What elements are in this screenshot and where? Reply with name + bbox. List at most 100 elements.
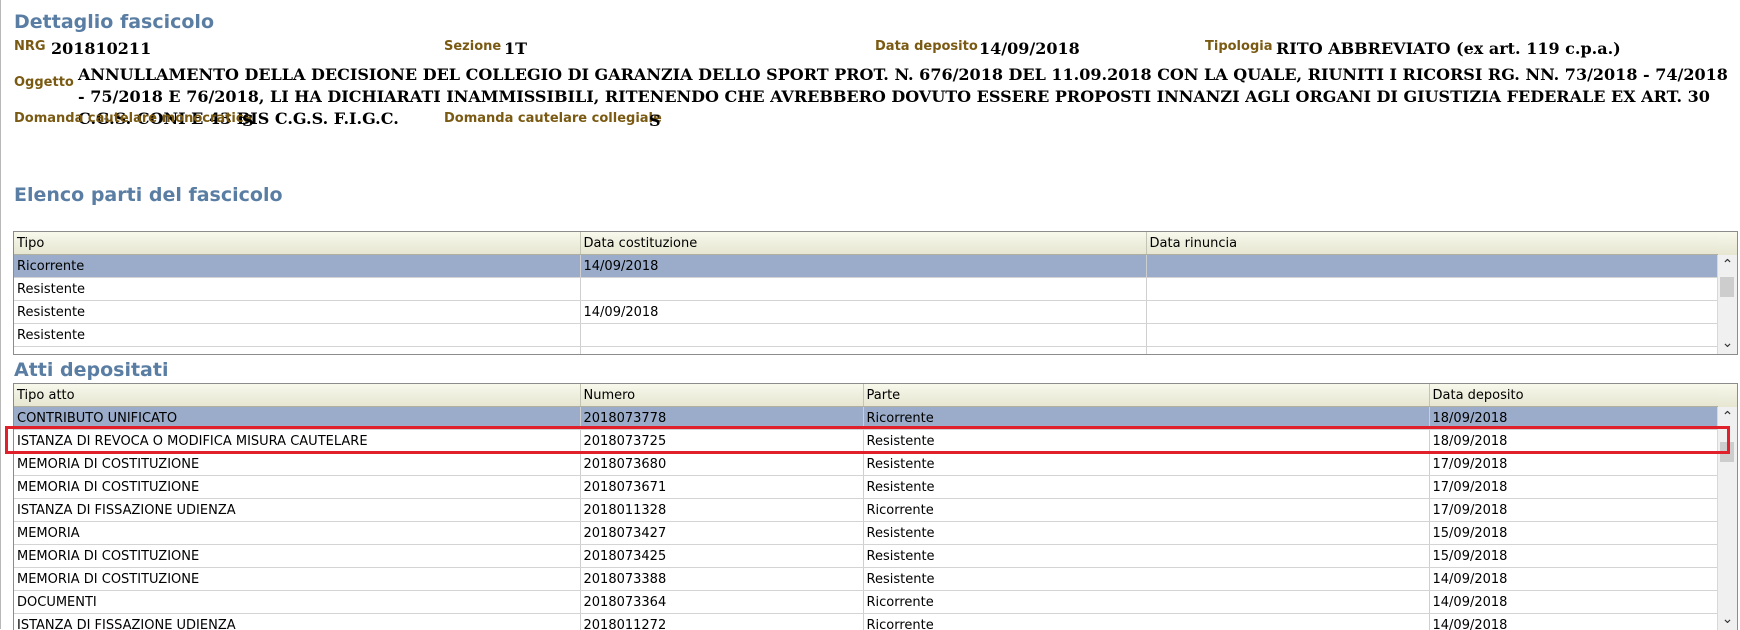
parti-row[interactable]: Ricorrente 14/09/2018	[14, 255, 1718, 278]
atti-header-filler	[1718, 384, 1737, 408]
nrg-value: 201810211	[51, 39, 151, 58]
atti-cell-parte: Resistente	[863, 545, 1429, 568]
data-deposito-value: 14/09/2018	[979, 39, 1080, 58]
atti-cell-data-deposito: 17/09/2018	[1429, 499, 1718, 522]
atti-cell-data-deposito: 14/09/2018	[1429, 614, 1718, 630]
atti-cell-parte: Resistente	[863, 568, 1429, 591]
parti-cell-tipo: Resistente	[14, 324, 580, 347]
parti-cell-tipo: Resistente	[14, 278, 580, 301]
atti-cell-numero: 2018011328	[580, 499, 863, 522]
atti-cell-tipo-atto: MEMORIA	[14, 522, 580, 545]
atti-cell-tipo-atto: MEMORIA DI COSTITUZIONE	[14, 476, 580, 499]
parti-cell-data-costituzione: 14/09/2018	[580, 301, 1146, 324]
parti-header-row: Tipo Data costituzione Data rinuncia	[14, 232, 1718, 255]
parti-header-data-rinuncia[interactable]: Data rinuncia	[1146, 232, 1718, 255]
atti-cell-numero: 2018073425	[580, 545, 863, 568]
parti-cell-data-costituzione	[580, 324, 1146, 347]
tipologia-label: Tipologia	[1205, 39, 1272, 54]
atti-cell-parte: Resistente	[863, 522, 1429, 545]
parti-cell-data-rinuncia	[1146, 255, 1718, 278]
atti-table: Tipo atto Numero Parte Data deposito CON…	[14, 384, 1719, 630]
parti-title: Elenco parti del fascicolo	[14, 184, 283, 206]
atti-cell-parte: Resistente	[863, 453, 1429, 476]
parti-grid: Tipo Data costituzione Data rinuncia Ric…	[13, 231, 1738, 355]
atti-header-parte[interactable]: Parte	[863, 384, 1429, 407]
atti-header-row: Tipo atto Numero Parte Data deposito	[14, 384, 1718, 407]
oggetto-value: ANNULLAMENTO DELLA DECISIONE DEL COLLEGI…	[78, 64, 1738, 130]
parti-scrollbar[interactable]: ⌃ ⌄	[1717, 255, 1737, 354]
atti-cell-data-deposito: 17/09/2018	[1429, 476, 1718, 499]
atti-row[interactable]: MEMORIA DI COSTITUZIONE 2018073680 Resis…	[14, 453, 1718, 476]
parti-header-tipo[interactable]: Tipo	[14, 232, 580, 255]
chevron-up-icon[interactable]: ⌃	[1718, 256, 1737, 275]
atti-cell-tipo-atto: ISTANZA DI FISSAZIONE UDIENZA	[14, 499, 580, 522]
parti-scrollbar-thumb[interactable]	[1720, 277, 1734, 297]
parti-row[interactable]: Resistente 14/09/2018	[14, 301, 1718, 324]
parti-cell-tipo: Ricorrente	[14, 255, 580, 278]
atti-row[interactable]: MEMORIA DI COSTITUZIONE 2018073388 Resis…	[14, 568, 1718, 591]
atti-cell-parte: Ricorrente	[863, 499, 1429, 522]
atti-row[interactable]: MEMORIA DI COSTITUZIONE 2018073671 Resis…	[14, 476, 1718, 499]
parti-row[interactable]: Resistente	[14, 278, 1718, 301]
collegiale-value: S	[649, 111, 661, 130]
atti-cell-tipo-atto: MEMORIA DI COSTITUZIONE	[14, 453, 580, 476]
parti-cell-data-rinuncia	[1146, 278, 1718, 301]
atti-row[interactable]: MEMORIA DI COSTITUZIONE 2018073425 Resis…	[14, 545, 1718, 568]
atti-row[interactable]: MEMORIA 2018073427 Resistente 15/09/2018	[14, 522, 1718, 545]
parti-cell-data-costituzione	[580, 347, 1146, 356]
parti-header-filler	[1718, 232, 1737, 256]
atti-cell-numero: 2018073427	[580, 522, 863, 545]
atti-cell-numero: 2018073680	[580, 453, 863, 476]
monocratica-label: Domanda cautelare monocratica	[14, 111, 252, 126]
parti-row[interactable]	[14, 347, 1718, 356]
chevron-up-icon[interactable]: ⌃	[1718, 408, 1737, 427]
atti-cell-numero: 2018073671	[580, 476, 863, 499]
parti-cell-data-rinuncia	[1146, 324, 1718, 347]
parti-header-data-costituzione[interactable]: Data costituzione	[580, 232, 1146, 255]
parti-table: Tipo Data costituzione Data rinuncia Ric…	[14, 232, 1719, 355]
atti-cell-tipo-atto: ISTANZA DI FISSAZIONE UDIENZA	[14, 614, 580, 630]
chevron-down-icon[interactable]: ⌄	[1718, 334, 1737, 353]
nrg-label: NRG	[14, 39, 46, 54]
atti-row[interactable]: DOCUMENTI 2018073364 Ricorrente 14/09/20…	[14, 591, 1718, 614]
atti-header-tipo-atto[interactable]: Tipo atto	[14, 384, 580, 407]
atti-cell-data-deposito: 14/09/2018	[1429, 591, 1718, 614]
atti-cell-data-deposito: 14/09/2018	[1429, 568, 1718, 591]
atti-row[interactable]: ISTANZA DI FISSAZIONE UDIENZA 2018011272…	[14, 614, 1718, 630]
parti-cell-data-rinuncia	[1146, 301, 1718, 324]
atti-cell-parte: Ricorrente	[863, 591, 1429, 614]
monocratica-value: S	[242, 111, 254, 130]
atti-cell-numero: 2018073388	[580, 568, 863, 591]
atti-cell-tipo-atto: MEMORIA DI COSTITUZIONE	[14, 545, 580, 568]
atti-cell-data-deposito: 15/09/2018	[1429, 522, 1718, 545]
parti-cell-tipo: Resistente	[14, 301, 580, 324]
chevron-down-icon[interactable]: ⌄	[1718, 610, 1737, 629]
collegiale-label: Domanda cautelare collegiale	[444, 111, 662, 126]
highlight-box	[5, 426, 1730, 454]
atti-header-data-deposito[interactable]: Data deposito	[1429, 384, 1718, 407]
atti-cell-data-deposito: 15/09/2018	[1429, 545, 1718, 568]
atti-grid: Tipo atto Numero Parte Data deposito CON…	[13, 383, 1738, 630]
tipologia-value: RITO ABBREVIATO (ex art. 119 c.p.a.)	[1276, 39, 1621, 58]
atti-cell-tipo-atto: DOCUMENTI	[14, 591, 580, 614]
atti-cell-numero: 2018011272	[580, 614, 863, 630]
oggetto-label: Oggetto	[14, 75, 74, 90]
atti-row[interactable]: ISTANZA DI FISSAZIONE UDIENZA 2018011328…	[14, 499, 1718, 522]
atti-cell-parte: Ricorrente	[863, 614, 1429, 630]
sezione-label: Sezione	[444, 39, 501, 54]
parti-cell-data-costituzione	[580, 278, 1146, 301]
window-left-border	[0, 0, 1, 629]
atti-title: Atti depositati	[14, 359, 168, 381]
atti-cell-tipo-atto: MEMORIA DI COSTITUZIONE	[14, 568, 580, 591]
parti-row[interactable]: Resistente	[14, 324, 1718, 347]
sezione-value: 1T	[504, 39, 527, 58]
parti-cell-tipo	[14, 347, 580, 356]
atti-cell-data-deposito: 17/09/2018	[1429, 453, 1718, 476]
atti-cell-numero: 2018073364	[580, 591, 863, 614]
parti-cell-data-costituzione: 14/09/2018	[580, 255, 1146, 278]
data-deposito-label: Data deposito	[875, 39, 978, 54]
atti-cell-parte: Resistente	[863, 476, 1429, 499]
atti-header-numero[interactable]: Numero	[580, 384, 863, 407]
details-title: Dettaglio fascicolo	[14, 11, 214, 33]
parti-cell-data-rinuncia	[1146, 347, 1718, 356]
